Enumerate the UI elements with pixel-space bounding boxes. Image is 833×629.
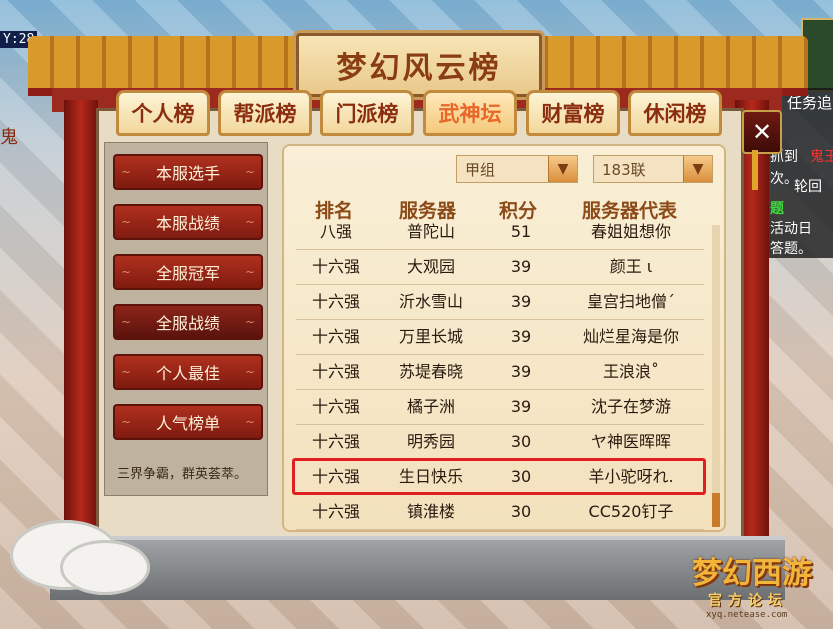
- server-cell: 普陀山: [406, 222, 455, 241]
- score-cell: 39: [510, 292, 532, 311]
- tab-4[interactable]: 财富榜: [526, 90, 620, 136]
- server-cell: 苏堤春晓: [398, 362, 463, 381]
- representative-cell: 沈子在梦游: [590, 397, 671, 416]
- server-cell: 万里长城: [398, 327, 463, 346]
- task-text-line: 轮回: [794, 179, 822, 195]
- rank-cell: 十六强: [311, 432, 360, 451]
- representative-cell: 春姐姐想你: [590, 222, 671, 241]
- score-cell: 30: [510, 432, 532, 451]
- group-dropdown[interactable]: 甲组 ▼: [456, 155, 578, 183]
- scroll-ornament-icon: ~: [244, 215, 255, 229]
- rank-cell: 八强: [319, 222, 352, 241]
- alliance-dropdown[interactable]: 183联 ▼: [593, 155, 713, 183]
- table-row[interactable]: 十六强 万里长城 39 灿烂星海是你: [296, 319, 704, 354]
- table-row[interactable]: 十六强 沂水雪山 39 皇宫扫地僧ˊ: [296, 284, 704, 319]
- slogan-text: 三界争霸，群英荟萃。: [117, 467, 248, 482]
- score-cell: 39: [510, 257, 532, 276]
- scroll-ornament-icon: ~: [244, 315, 255, 329]
- score-cell: 30: [510, 502, 532, 521]
- representative-cell: 颜王 ι: [609, 257, 653, 276]
- rank-cell: 十六强: [311, 362, 360, 381]
- server-cell: 明秀园: [406, 432, 455, 451]
- task-text-line: 答题。: [770, 241, 812, 257]
- scene-left-glyph: 鬼: [0, 127, 18, 148]
- left-pillar: [64, 100, 98, 540]
- server-cell: 镇淮楼: [406, 502, 455, 521]
- menu-item-2[interactable]: ~ 全服冠军 ~: [113, 254, 263, 290]
- menu-item-label: 人气榜单: [155, 414, 220, 433]
- logo-url: xyq.netease.com: [706, 610, 788, 620]
- close-icon: ✕: [751, 118, 773, 146]
- chevron-down-icon[interactable]: ▼: [683, 156, 712, 182]
- tab-1[interactable]: 帮派榜: [218, 90, 312, 136]
- representative-cell: 皇宫扫地僧ˊ: [586, 292, 675, 311]
- group-dropdown-value: 甲组: [465, 160, 496, 179]
- menu-item-3[interactable]: ~ 全服战绩 ~: [113, 304, 263, 340]
- scroll-ornament-icon: ~: [121, 215, 132, 229]
- representative-cell: 灿烂星海是你: [582, 327, 679, 346]
- tab-2[interactable]: 门派榜: [320, 90, 414, 136]
- rank-cell: 十六强: [311, 327, 360, 346]
- scroll-ornament-icon: ~: [244, 415, 255, 429]
- tab-5[interactable]: 休闲榜: [628, 90, 722, 136]
- table-row[interactable]: 十六强 镇淮楼 30 CC520钉子: [296, 494, 704, 529]
- score-cell: 51: [510, 222, 532, 241]
- window-title: 梦幻风云榜: [336, 51, 502, 86]
- cloud-decoration-left-2: [60, 540, 150, 595]
- task-text-line: 题: [770, 201, 784, 217]
- task-text-line: 鬼王: [810, 149, 833, 165]
- rank-cell: 十六强: [311, 397, 360, 416]
- menu-item-label: 本服战绩: [155, 214, 220, 233]
- table-row[interactable]: 十六强 明秀园 30 ヤ神医晖晖: [296, 424, 704, 459]
- server-cell: 大观园: [406, 257, 455, 276]
- scroll-ornament-icon: ~: [121, 165, 132, 179]
- scroll-ornament-icon: ~: [121, 365, 132, 379]
- representative-cell: 王浪浪˚: [602, 362, 659, 381]
- table-scrollbar[interactable]: [712, 225, 720, 527]
- highlight-box: [292, 458, 706, 495]
- menu-item-label: 个人最佳: [155, 364, 220, 383]
- alliance-dropdown-value: 183联: [602, 160, 646, 179]
- menu-item-0[interactable]: ~ 本服选手 ~: [113, 154, 263, 190]
- score-cell: 39: [510, 327, 532, 346]
- server-cell: 橘子洲: [406, 397, 455, 416]
- logo-subtitle: 官方论坛: [708, 593, 788, 609]
- representative-cell: CC520钉子: [588, 502, 674, 521]
- menu-item-label: 全服冠军: [155, 264, 220, 283]
- close-button[interactable]: ✕: [742, 110, 782, 154]
- task-text-line: 活动日: [770, 221, 812, 237]
- scrollbar-thumb[interactable]: [712, 493, 720, 527]
- row-divider: [296, 529, 704, 530]
- representative-cell: ヤ神医晖晖: [590, 432, 671, 451]
- table-row[interactable]: 十六强 大观园 39 颜王 ι: [296, 249, 704, 284]
- menu-item-label: 全服战绩: [155, 314, 220, 333]
- window-title-plaque: 梦幻风云榜: [296, 33, 542, 97]
- game-logo: 梦幻西游 官方论坛 xyq.netease.com: [686, 548, 826, 624]
- scroll-ornament-icon: ~: [244, 165, 255, 179]
- logo-title: 梦幻西游: [692, 556, 812, 591]
- menu-item-5[interactable]: ~ 人气榜单 ~: [113, 404, 263, 440]
- menu-item-label: 本服选手: [155, 164, 220, 183]
- chevron-down-icon[interactable]: ▼: [548, 156, 577, 182]
- menu-item-1[interactable]: ~ 本服战绩 ~: [113, 204, 263, 240]
- server-cell: 沂水雪山: [398, 292, 463, 311]
- tassel-decoration: [752, 150, 758, 190]
- table-row[interactable]: 十六强 苏堤春晓 39 王浪浪˚: [296, 354, 704, 389]
- score-cell: 39: [510, 397, 532, 416]
- table-row[interactable]: 八强 普陀山 51 春姐姐想你: [296, 214, 704, 249]
- scroll-ornament-icon: ~: [244, 365, 255, 379]
- score-cell: 39: [510, 362, 532, 381]
- scroll-ornament-icon: ~: [121, 415, 132, 429]
- menu-item-4[interactable]: ~ 个人最佳 ~: [113, 354, 263, 390]
- tab-0[interactable]: 个人榜: [116, 90, 210, 136]
- scroll-ornament-icon: ~: [121, 315, 132, 329]
- rank-cell: 十六强: [311, 292, 360, 311]
- tab-3[interactable]: 武神坛: [423, 90, 517, 136]
- table-row[interactable]: 十六强 橘子洲 39 沈子在梦游: [296, 389, 704, 424]
- rank-cell: 十六强: [311, 502, 360, 521]
- scroll-ornament-icon: ~: [244, 265, 255, 279]
- stone-base: [50, 536, 785, 600]
- scroll-ornament-icon: ~: [121, 265, 132, 279]
- rank-cell: 十六强: [311, 257, 360, 276]
